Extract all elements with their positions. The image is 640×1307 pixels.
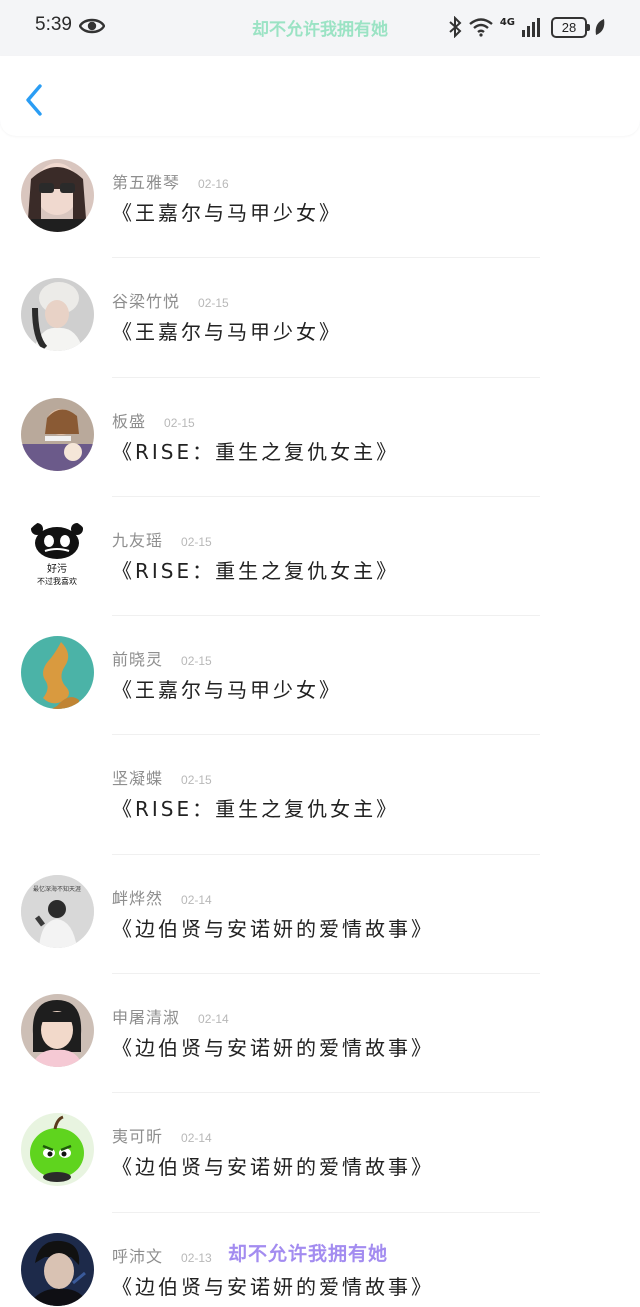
- battery-icon: 28: [551, 16, 590, 38]
- username[interactable]: 板盛: [112, 408, 146, 432]
- list-item[interactable]: 最忆深海不知天涯 衅烨然 02-14 《边伯贤与安诺妍的爱情故事》: [0, 855, 640, 975]
- avatar[interactable]: [21, 159, 94, 232]
- date: 02-13: [181, 1250, 212, 1265]
- item-meta: 坚凝蝶 02-15: [112, 765, 212, 789]
- list-item[interactable]: 板盛 02-15 《RISE：重生之复仇女主》: [0, 378, 640, 497]
- username[interactable]: 夷可昕: [112, 1123, 163, 1147]
- avatar[interactable]: [21, 397, 94, 471]
- username[interactable]: 九友瑶: [112, 527, 163, 551]
- book-title[interactable]: 《王嘉尔与马甲少女》: [112, 197, 342, 226]
- book-title[interactable]: 《边伯贤与安诺妍的爱情故事》: [112, 913, 434, 942]
- comment-list: 第五雅琴 02-16 《王嘉尔与马甲少女》 谷梁竹悦 02-15 《王嘉尔与马甲…: [0, 139, 640, 1307]
- header-bar: [0, 56, 640, 136]
- watermark-text: 却不允许我拥有她: [228, 1242, 389, 1265]
- username[interactable]: 前晓灵: [112, 646, 163, 670]
- battery-level: 28: [561, 19, 577, 35]
- item-meta: 谷梁竹悦 02-15: [112, 288, 229, 312]
- date: 02-14: [181, 1131, 212, 1146]
- bluetooth-icon: [449, 16, 462, 38]
- avatar[interactable]: [21, 994, 94, 1068]
- avatar-caption: 好污: [47, 563, 67, 575]
- network-type: 4G: [499, 16, 515, 28]
- book-title[interactable]: 《边伯贤与安诺妍的爱情故事》: [112, 1032, 434, 1061]
- list-item[interactable]: 夷可昕 02-14 《边伯贤与安诺妍的爱情故事》: [0, 1093, 640, 1213]
- avatar[interactable]: [21, 1232, 94, 1306]
- avatar[interactable]: [21, 755, 94, 829]
- item-meta: 申屠清淑 02-14: [112, 1004, 229, 1028]
- date: 02-14: [198, 1012, 229, 1027]
- username[interactable]: 坚凝蝶: [112, 765, 163, 789]
- book-title[interactable]: 《边伯贤与安诺妍的爱情故事》: [112, 1271, 434, 1300]
- list-item[interactable]: 前晓灵 02-15 《王嘉尔与马甲少女》: [0, 616, 640, 736]
- signal-icon: [522, 18, 540, 37]
- book-title[interactable]: 《RISE：重生之复仇女主》: [112, 793, 399, 822]
- list-item[interactable]: 呼沛文 02-13 却不允许我拥有她 《边伯贤与安诺妍的爱情故事》: [0, 1213, 640, 1307]
- avatar[interactable]: [21, 278, 94, 352]
- chevron-left-icon: [26, 84, 42, 116]
- username[interactable]: 申屠清淑: [112, 1004, 180, 1028]
- username[interactable]: 呼沛文: [112, 1243, 163, 1267]
- status-bar: 5:39 却不允许我拥有她 4G 28: [0, 0, 640, 56]
- list-item[interactable]: 申屠清淑 02-14 《边伯贤与安诺妍的爱情故事》: [0, 974, 640, 1094]
- leaf-icon: [595, 19, 605, 35]
- date: 02-15: [181, 773, 212, 788]
- username[interactable]: 谷梁竹悦: [112, 288, 180, 312]
- date: 02-15: [164, 415, 195, 430]
- item-meta: 呼沛文 02-13: [112, 1243, 212, 1267]
- book-title[interactable]: 《RISE：重生之复仇女主》: [112, 436, 399, 465]
- list-item[interactable]: 谷梁竹悦 02-15 《王嘉尔与马甲少女》: [0, 258, 640, 378]
- username[interactable]: 衅烨然: [112, 885, 163, 909]
- item-meta: 前晓灵 02-15: [112, 646, 212, 670]
- book-title[interactable]: 《王嘉尔与马甲少女》: [112, 674, 342, 703]
- date: 02-14: [181, 892, 212, 907]
- date: 02-15: [198, 296, 229, 311]
- avatar[interactable]: [21, 1113, 94, 1187]
- date: 02-15: [181, 534, 212, 549]
- avatar[interactable]: 好污 不过我喜欢: [21, 516, 94, 590]
- avatar[interactable]: 最忆深海不知天涯: [21, 874, 94, 948]
- list-item[interactable]: 第五雅琴 02-16 《王嘉尔与马甲少女》: [0, 139, 640, 259]
- item-meta: 第五雅琴 02-16: [112, 169, 229, 193]
- avatar[interactable]: [21, 636, 94, 710]
- list-item[interactable]: 坚凝蝶 02-15 《RISE：重生之复仇女主》: [0, 735, 640, 855]
- avatar-caption: 不过我喜欢: [37, 576, 77, 586]
- wifi-icon: [469, 18, 493, 37]
- item-meta: 九友瑶 02-15: [112, 527, 212, 551]
- item-meta: 板盛 02-15: [112, 408, 195, 432]
- header: [0, 56, 640, 136]
- list-item[interactable]: 好污 不过我喜欢 九友瑶 02-15 《RISE：重生之复仇女主》: [0, 497, 640, 617]
- book-title[interactable]: 《RISE：重生之复仇女主》: [112, 555, 399, 584]
- book-title[interactable]: 《王嘉尔与马甲少女》: [112, 316, 342, 345]
- item-meta: 衅烨然 02-14: [112, 885, 212, 909]
- status-icons: 4G 28: [448, 14, 606, 40]
- book-title[interactable]: 《边伯贤与安诺妍的爱情故事》: [112, 1151, 434, 1180]
- date: 02-16: [198, 177, 229, 191]
- username[interactable]: 第五雅琴: [112, 169, 180, 193]
- date: 02-15: [181, 654, 212, 669]
- avatar-caption: 最忆深海不知天涯: [33, 885, 81, 893]
- item-meta: 夷可昕 02-14: [112, 1123, 212, 1147]
- back-button[interactable]: [20, 82, 50, 118]
